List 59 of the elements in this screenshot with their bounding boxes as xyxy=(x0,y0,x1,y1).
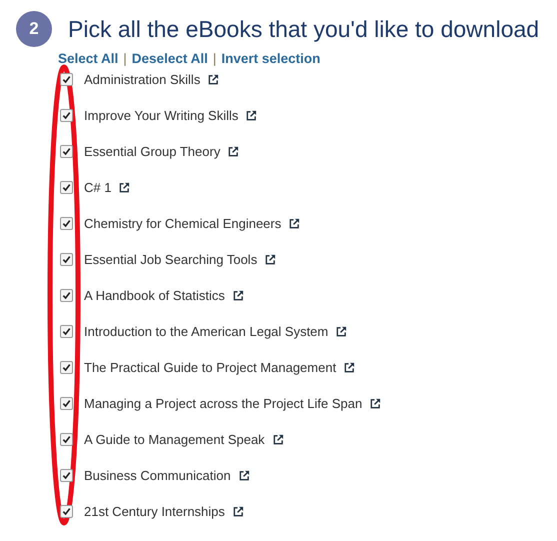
ebook-title: Administration Skills xyxy=(84,72,200,86)
checkbox[interactable] xyxy=(60,468,73,482)
checkmark-icon xyxy=(62,110,71,120)
external-link-icon[interactable] xyxy=(344,362,356,372)
external-link-icon[interactable] xyxy=(336,326,348,336)
checkmark-icon xyxy=(62,434,71,444)
checkmark-icon xyxy=(62,326,71,336)
external-link-icon[interactable] xyxy=(246,110,258,120)
checkbox[interactable] xyxy=(60,72,73,86)
external-link-icon[interactable] xyxy=(228,146,240,156)
checkmark-icon xyxy=(62,290,71,300)
checkmark-icon xyxy=(62,146,71,156)
checkbox[interactable] xyxy=(60,288,73,302)
external-link-icon[interactable] xyxy=(208,74,220,84)
ebook-title: Essential Job Searching Tools xyxy=(84,252,258,266)
checkbox[interactable] xyxy=(60,180,73,194)
checkmark-icon xyxy=(62,470,71,480)
checkmark-icon xyxy=(62,254,71,264)
checkmark-icon xyxy=(62,74,71,84)
ebook-title: Introduction to the American Legal System xyxy=(84,324,328,338)
separator: | xyxy=(123,51,127,66)
ebook-title: Managing a Project across the Project Life Span xyxy=(84,396,362,410)
ebook-title: A Handbook of Statistics xyxy=(84,288,225,302)
ebook-title: Essential Group Theory xyxy=(84,144,220,158)
checkbox[interactable] xyxy=(60,108,73,122)
external-link-icon[interactable] xyxy=(370,398,382,408)
ebook-title: Business Communication xyxy=(84,468,231,482)
separator: | xyxy=(212,51,216,66)
external-link-icon[interactable] xyxy=(289,218,300,228)
external-link-icon[interactable] xyxy=(238,470,250,480)
checkmark-icon xyxy=(62,506,71,516)
selection-link[interactable]: Deselect All xyxy=(132,51,208,66)
ebook-title: A Guide to Management Speak xyxy=(84,432,265,446)
step-number: 2 xyxy=(16,11,52,47)
external-link-icon[interactable] xyxy=(272,434,284,444)
external-link-icon[interactable] xyxy=(232,290,244,300)
selection-link[interactable]: Invert selection xyxy=(221,51,320,66)
checkbox[interactable] xyxy=(60,396,73,410)
checkbox[interactable] xyxy=(60,216,73,230)
external-link-icon[interactable] xyxy=(232,506,244,516)
checkmark-icon xyxy=(62,362,71,372)
ebook-title: 21st Century Internships xyxy=(84,504,225,518)
selection-link[interactable]: Select All xyxy=(58,51,118,66)
checkmark-icon xyxy=(62,182,71,192)
external-link-icon[interactable] xyxy=(119,182,130,192)
ebook-title: Improve Your Writing Skills xyxy=(84,108,238,122)
ebook-title: The Practical Guide to Project Management xyxy=(84,360,336,374)
checkbox[interactable] xyxy=(60,324,73,338)
checkmark-icon xyxy=(62,218,71,228)
checkbox[interactable] xyxy=(60,360,73,374)
step-title: Pick all the eBooks that you'd like to download xyxy=(68,16,540,42)
ebook-title: C# 1 xyxy=(84,180,112,194)
ebook-title: Chemistry for Chemical Engineers xyxy=(84,216,282,230)
external-link-icon[interactable] xyxy=(265,254,276,264)
checkmark-icon xyxy=(62,398,71,408)
checkbox[interactable] xyxy=(60,144,73,158)
checkbox[interactable] xyxy=(60,504,73,518)
checkbox[interactable] xyxy=(60,252,73,266)
checkbox[interactable] xyxy=(60,432,73,446)
